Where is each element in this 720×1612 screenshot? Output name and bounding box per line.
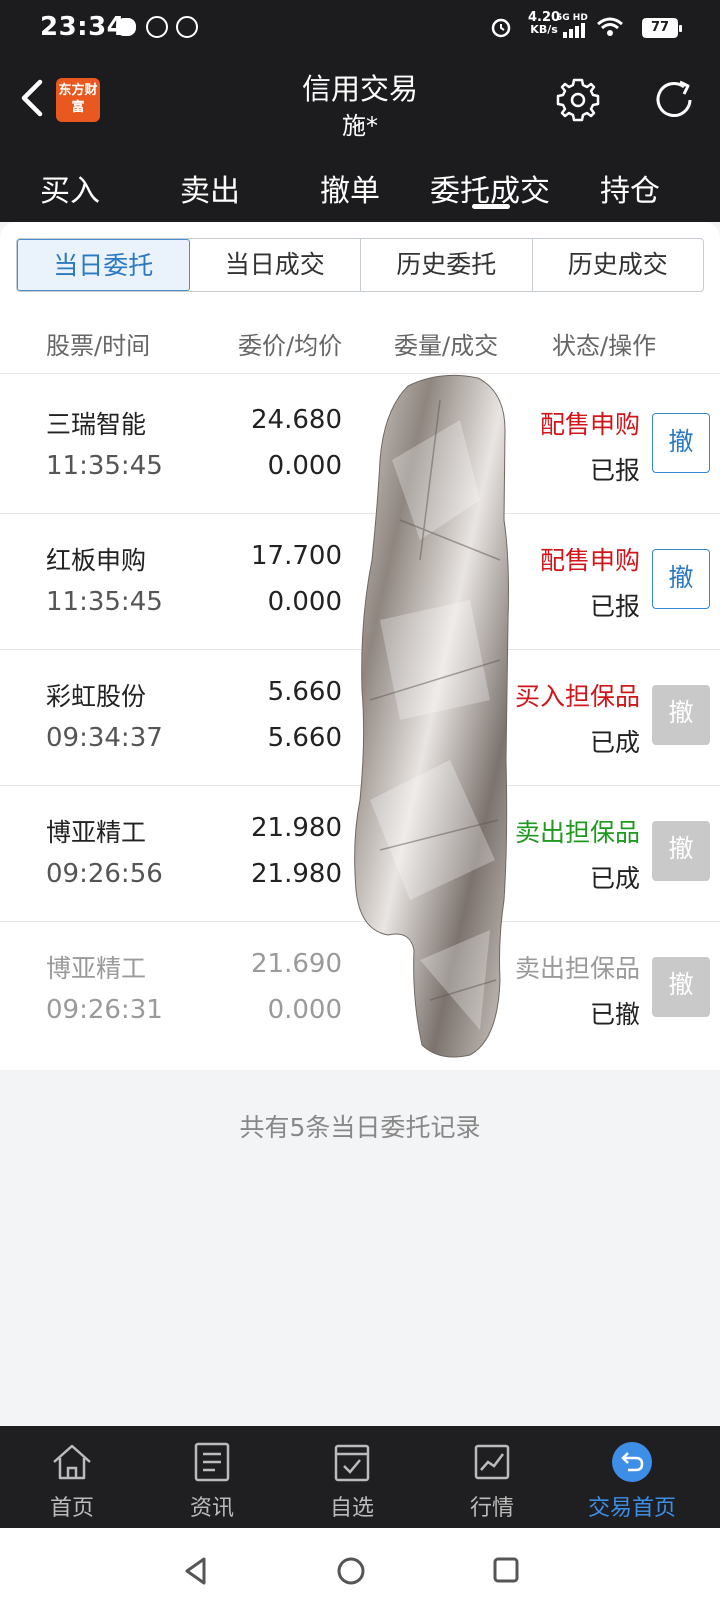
nav-home[interactable]: 首页	[0, 1426, 144, 1528]
order-avg-price: 0.000	[267, 587, 342, 617]
order-price: 17.700	[251, 541, 342, 571]
segment-history-trades[interactable]: 历史成交	[533, 239, 704, 291]
system-recents-icon[interactable]	[492, 1556, 520, 1584]
order-type: 买入担保品	[514, 682, 640, 711]
order-row[interactable]: 三瑞智能 11:35:45 24.680 0.000 配售申购 已报 撤	[0, 375, 720, 514]
trade-tabs: 买入 卖出 撤单 委托成交 持仓	[0, 160, 720, 216]
record-summary: 共有5条当日委托记录	[239, 1113, 481, 1142]
nav-watchlist-label: 自选	[329, 1496, 374, 1521]
refresh-icon[interactable]	[650, 76, 700, 124]
cancel-order-button-disabled: 撤	[652, 685, 710, 745]
status-time: 23:34	[40, 12, 126, 42]
order-type: 卖出担保品	[514, 954, 640, 983]
app-notification-icon-2	[176, 16, 198, 38]
order-type: 配售申购	[539, 410, 640, 439]
order-price: 21.690	[251, 949, 342, 979]
order-type: 卖出担保品	[514, 818, 640, 847]
tab-buy[interactable]: 买入	[40, 166, 100, 210]
order-price: 21.980	[251, 813, 342, 843]
wifi-icon	[597, 17, 623, 36]
nav-trade-home-label: 交易首页	[587, 1496, 676, 1521]
tab-positions[interactable]: 持仓	[600, 166, 660, 210]
nav-home-label: 首页	[49, 1496, 94, 1521]
nav-market-label: 行情	[469, 1496, 514, 1521]
settings-gear-icon[interactable]	[554, 76, 602, 124]
app-notification-icon	[146, 16, 168, 38]
column-price-avg: 委价/均价	[238, 332, 343, 360]
segment-history-orders[interactable]: 历史委托	[361, 239, 533, 291]
order-time: 11:35:45	[46, 451, 163, 481]
order-status: 已报	[589, 592, 640, 621]
column-qty-filled: 委量/成交	[394, 332, 499, 360]
column-status-action: 状态/操作	[552, 332, 657, 360]
status-bar: 23:34 4.20 KB/s 5G HD 77	[0, 0, 720, 56]
order-status: 已报	[589, 456, 640, 485]
signal-icon	[563, 23, 585, 38]
order-avg-price: 5.660	[267, 723, 342, 753]
nav-market[interactable]: 行情	[420, 1426, 564, 1528]
order-status: 已成	[589, 728, 640, 757]
trade-home-icon	[612, 1442, 652, 1482]
account-name: 施*	[342, 112, 378, 140]
order-price: 5.660	[267, 677, 342, 707]
order-stock-name: 彩虹股份	[46, 682, 147, 711]
segment-today-orders[interactable]: 当日委托	[17, 239, 190, 291]
order-price: 24.680	[251, 405, 342, 435]
order-stock-name: 博亚精工	[46, 818, 147, 847]
orders-panel: 当日委托 当日成交 历史委托 历史成交 股票/时间 委价/均价 委量/成交 状态…	[0, 222, 720, 1070]
order-stock-name: 三瑞智能	[46, 410, 147, 439]
net-speed-unit: KB/s	[530, 23, 558, 36]
cancel-order-button-disabled: 撤	[652, 957, 710, 1017]
order-time: 09:26:56	[46, 859, 163, 889]
order-row[interactable]: 博亚精工 09:26:31 21.690 0.000 卖出担保品 已撤 撤	[0, 919, 720, 1058]
order-segment-control: 当日委托 当日成交 历史委托 历史成交	[16, 238, 704, 292]
system-nav-bar	[0, 1528, 720, 1612]
cancel-order-button-disabled: 撤	[652, 821, 710, 881]
order-status: 已成	[589, 864, 640, 893]
segment-today-trades[interactable]: 当日成交	[190, 239, 361, 291]
order-time: 09:26:31	[46, 995, 163, 1025]
order-row[interactable]: 红板申购 11:35:45 17.700 0.000 配售申购 已报 撤	[0, 511, 720, 650]
column-stock-time: 股票/时间	[46, 332, 151, 360]
page-title: 信用交易	[301, 72, 418, 106]
cancel-order-button[interactable]: 撤	[652, 549, 710, 609]
system-back-icon[interactable]	[182, 1556, 210, 1586]
table-header: 股票/时间 委价/均价 委量/成交 状态/操作	[0, 308, 720, 374]
watchlist-icon	[334, 1444, 370, 1482]
system-home-icon[interactable]	[336, 1556, 366, 1586]
nav-news-label: 资讯	[189, 1496, 234, 1521]
news-icon	[194, 1442, 230, 1482]
tab-sell[interactable]: 卖出	[180, 166, 240, 210]
bottom-nav: 首页 资讯 自选 行情 交易首页	[0, 1426, 720, 1528]
order-time: 11:35:45	[46, 587, 163, 617]
nav-trade-home[interactable]: 交易首页	[560, 1426, 704, 1528]
battery-indicator: 77	[642, 18, 682, 38]
order-time: 09:34:37	[46, 723, 163, 753]
order-stock-name: 红板申购	[46, 546, 147, 575]
app-header: 东方财富 信用交易 施* 买入 卖出 撤单 委托成交 持仓	[0, 56, 720, 222]
message-icon	[116, 18, 136, 36]
nav-news[interactable]: 资讯	[140, 1426, 284, 1528]
order-row[interactable]: 彩虹股份 09:34:37 5.660 5.660 买入担保品 已成 撤	[0, 647, 720, 786]
alarm-icon	[491, 18, 511, 38]
order-avg-price: 0.000	[267, 995, 342, 1025]
order-avg-price: 21.980	[251, 859, 342, 889]
order-stock-name: 博亚精工	[46, 954, 147, 983]
cancel-order-button[interactable]: 撤	[652, 413, 710, 473]
order-type: 配售申购	[539, 546, 640, 575]
tab-cancel-order[interactable]: 撤单	[320, 166, 380, 210]
market-icon	[474, 1444, 510, 1480]
nav-watchlist[interactable]: 自选	[280, 1426, 424, 1528]
order-row[interactable]: 博亚精工 09:26:56 21.980 21.980 卖出担保品 已成 撤	[0, 783, 720, 922]
home-icon	[53, 1444, 91, 1480]
active-tab-indicator	[472, 204, 510, 209]
order-avg-price: 0.000	[267, 451, 342, 481]
order-status: 已撤	[589, 1000, 640, 1029]
